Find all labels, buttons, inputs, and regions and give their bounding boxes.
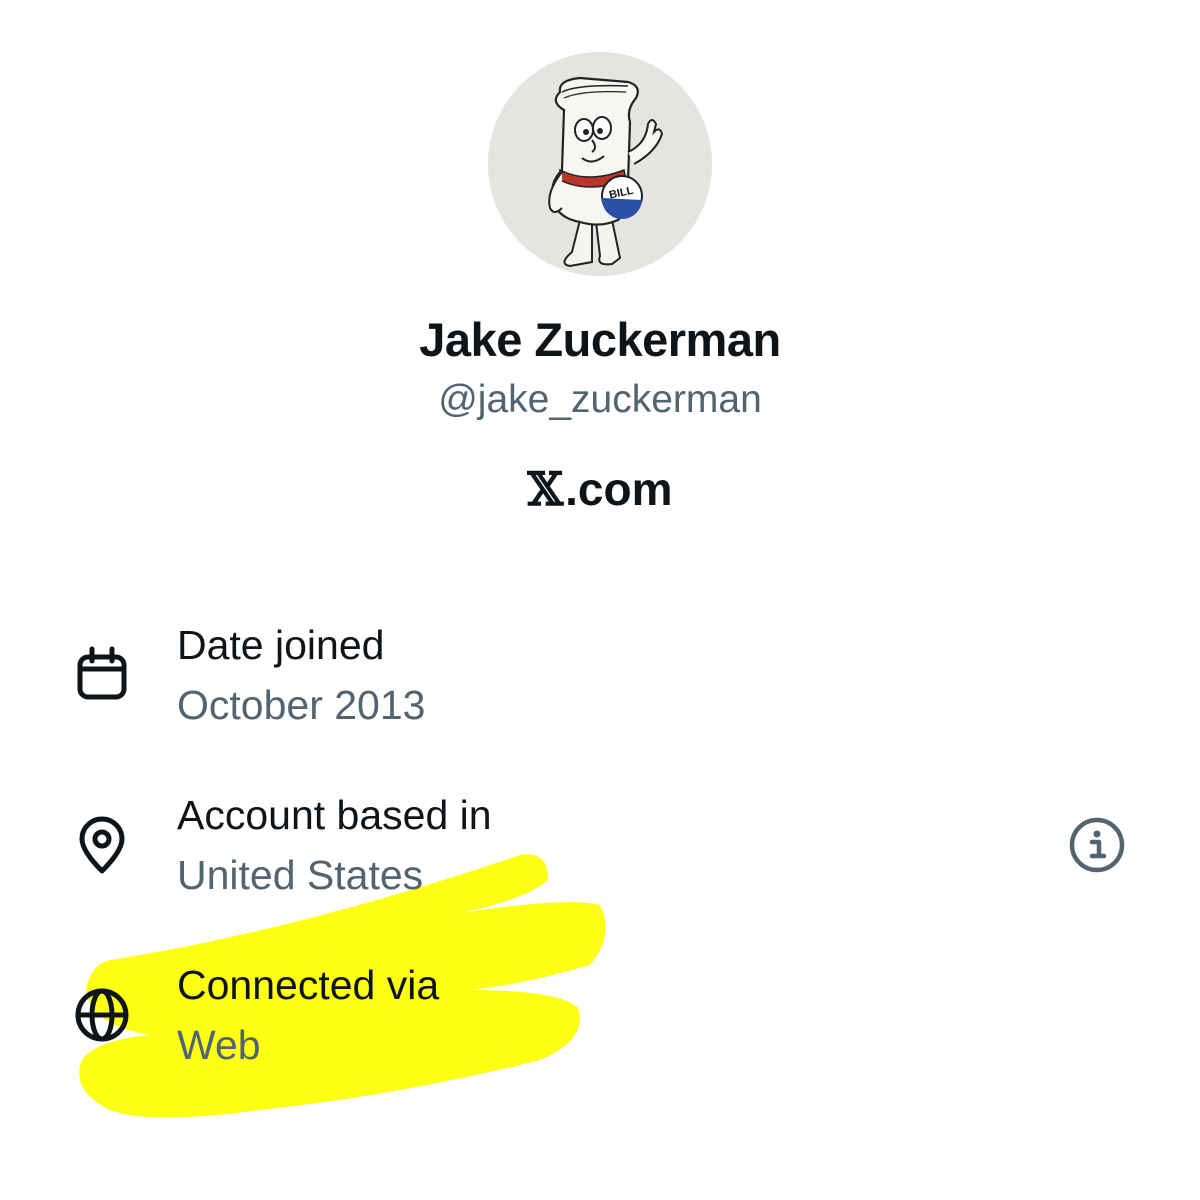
site-domain: .com xyxy=(565,463,673,515)
detail-value: October 2013 xyxy=(177,682,426,728)
site-label: 𝕏.com xyxy=(0,462,1200,516)
info-icon[interactable] xyxy=(1066,814,1128,876)
detail-row-date-joined: Date joined October 2013 xyxy=(0,600,1200,730)
detail-label: Date joined xyxy=(177,622,385,668)
detail-label: Account based in xyxy=(177,792,492,838)
calendar-icon xyxy=(70,643,134,707)
location-pin-icon xyxy=(70,813,134,877)
avatar-cartoon-image: BILL xyxy=(488,52,712,276)
avatar[interactable]: BILL xyxy=(488,52,712,276)
user-handle: @jake_zuckerman xyxy=(438,378,762,421)
detail-row-connected-via: Connected via Web xyxy=(0,940,1200,1070)
detail-label: Connected via xyxy=(177,962,440,1008)
detail-value: Web xyxy=(177,1022,261,1068)
x-logo-icon: 𝕏 xyxy=(527,462,564,516)
detail-row-account-based-in: Account based in United States xyxy=(0,770,1200,900)
globe-icon xyxy=(70,983,134,1047)
display-name: Jake Zuckerman xyxy=(419,313,781,366)
detail-value: United States xyxy=(177,852,424,898)
